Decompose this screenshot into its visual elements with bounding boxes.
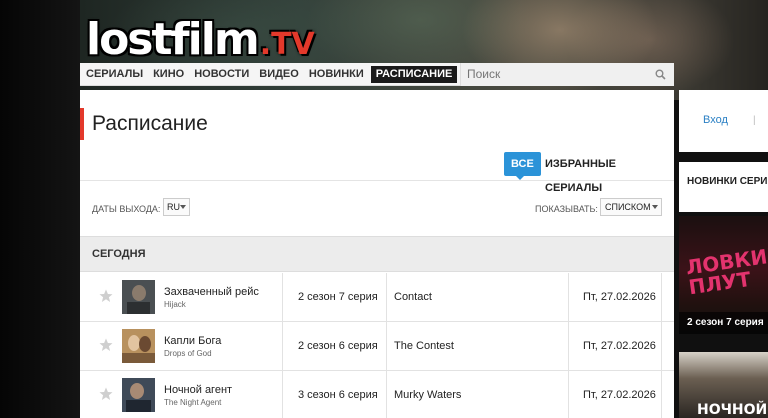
series-thumbnail[interactable]: [122, 280, 155, 314]
star-icon[interactable]: [99, 387, 113, 401]
divider: [80, 180, 674, 181]
episode-title: Contact: [394, 291, 432, 303]
release-dates-value: RU: [167, 202, 180, 212]
section-title: СЕГОДНЯ: [92, 248, 146, 260]
filter-favorites-button[interactable]: ИЗБРАННЫЕ СЕРИАЛЫ: [545, 152, 674, 194]
section-header-today: СЕГОДНЯ: [80, 236, 674, 272]
search-box: [460, 63, 674, 86]
release-dates-label: ДАТЫ ВЫХОДА:: [92, 204, 161, 214]
filter-all-button[interactable]: ВСЕ: [504, 152, 541, 180]
login-link[interactable]: Вход: [703, 114, 728, 126]
episode-number: 2 сезон 6 серия: [298, 340, 378, 352]
title-accent-bar: [80, 108, 84, 140]
logo-main-text: lostfilm: [86, 14, 260, 65]
episode-title: Murky Waters: [394, 389, 462, 401]
display-mode-select[interactable]: СПИСКОМ: [600, 198, 662, 216]
nav-item-new[interactable]: НОВИНКИ: [304, 66, 369, 83]
episode-number: 3 сезон 6 серия: [298, 389, 378, 401]
series-title[interactable]: Захваченный рейс: [164, 286, 259, 298]
episode-title: The Contest: [394, 340, 454, 352]
new-series-poster[interactable]: ЛОВКИЙ ПЛУТ 2 сезон 7 серия: [679, 216, 768, 334]
separator: |: [753, 115, 756, 126]
new-series-title: НОВИНКИ СЕРИ: [687, 176, 768, 187]
search-input[interactable]: [461, 63, 647, 85]
series-original-title: Drops of God: [164, 349, 212, 358]
chevron-down-icon: [652, 205, 658, 209]
new-series-poster[interactable]: НОЧНОЙ: [679, 352, 768, 418]
display-mode-label: ПОКАЗЫВАТЬ:: [535, 204, 598, 214]
table-row[interactable]: Ночной агент The Night Agent 3 сезон 6 с…: [80, 371, 674, 418]
main-nav: СЕРИАЛЫ КИНО НОВОСТИ ВИДЕО НОВИНКИ РАСПИ…: [80, 63, 674, 86]
episode-number: 2 сезон 7 серия: [298, 291, 378, 303]
release-date: Пт, 27.02.2026: [583, 389, 656, 401]
series-title[interactable]: Капли Бога: [164, 335, 221, 347]
display-mode-value: СПИСКОМ: [605, 202, 651, 212]
nav-item-video[interactable]: ВИДЕО: [254, 66, 304, 83]
nav-item-serials[interactable]: СЕРИАЛЫ: [81, 66, 148, 83]
left-background: [0, 0, 80, 418]
poster-episode: 2 сезон 7 серия: [687, 317, 764, 328]
series-thumbnail[interactable]: [122, 378, 155, 412]
page-title: Расписание: [92, 112, 208, 135]
site-logo[interactable]: lostfilm .TV: [86, 14, 315, 65]
new-series-header: НОВИНКИ СЕРИ: [679, 162, 768, 212]
star-icon[interactable]: [99, 289, 113, 303]
nav-item-schedule[interactable]: РАСПИСАНИЕ: [370, 65, 458, 83]
search-button[interactable]: [646, 63, 674, 85]
star-icon[interactable]: [99, 338, 113, 352]
search-icon: [655, 69, 666, 80]
table-row[interactable]: Захваченный рейс Hijack 2 сезон 7 серия …: [80, 273, 674, 322]
chevron-down-icon: [180, 205, 186, 209]
series-original-title: The Night Agent: [164, 398, 222, 407]
nav-item-movies[interactable]: КИНО: [148, 66, 189, 83]
series-thumbnail[interactable]: [122, 329, 155, 363]
poster-title: НОЧНОЙ: [697, 402, 768, 418]
poster-title: ЛОВКИЙ ПЛУТ: [684, 242, 768, 300]
series-original-title: Hijack: [164, 300, 186, 309]
table-row[interactable]: Капли Бога Drops of God 2 сезон 6 серия …: [80, 322, 674, 371]
series-title[interactable]: Ночной агент: [164, 384, 232, 396]
nav-item-news[interactable]: НОВОСТИ: [189, 66, 254, 83]
schedule-panel: Расписание ВСЕ ИЗБРАННЫЕ СЕРИАЛЫ ДАТЫ ВЫ…: [80, 90, 674, 418]
release-date: Пт, 27.02.2026: [583, 291, 656, 303]
login-box: Вход |: [679, 90, 768, 152]
logo-tld-text: .TV: [259, 27, 315, 62]
poster-caption: 2 сезон 7 серия: [679, 312, 768, 334]
release-date: Пт, 27.02.2026: [583, 340, 656, 352]
release-dates-select[interactable]: RU: [163, 198, 190, 216]
